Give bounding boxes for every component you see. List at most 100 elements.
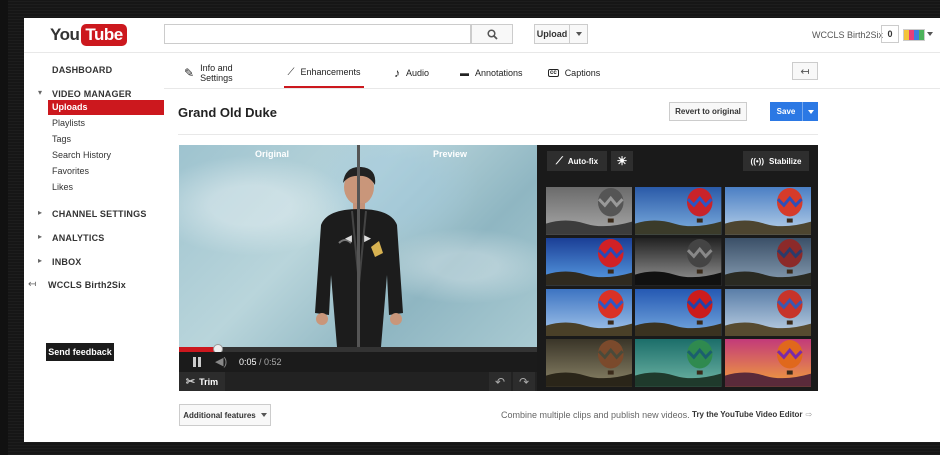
- filter-thumbnail[interactable]: [546, 237, 633, 286]
- expand-arrow-icon[interactable]: ▸: [38, 208, 42, 217]
- tab-audio[interactable]: ♪ Audio: [394, 58, 454, 88]
- save-button[interactable]: Save: [770, 102, 818, 121]
- auto-fix-label: Auto-fix: [567, 156, 599, 166]
- divider: [178, 134, 818, 135]
- save-dropdown[interactable]: [803, 109, 818, 114]
- tab-label: Info and Settings: [200, 63, 233, 83]
- top-bar: You Tube Upload WCCLS Birth2Six 0: [24, 18, 940, 53]
- search-button[interactable]: [471, 24, 513, 44]
- chevron-down-icon: [575, 32, 582, 36]
- tab-enhancements[interactable]: ⟋ Enhancements: [284, 58, 364, 88]
- upload-button[interactable]: Upload: [534, 24, 570, 44]
- balloon-image: [635, 187, 722, 235]
- sidebar-item-search-history[interactable]: Search History: [48, 148, 164, 163]
- divider-handle[interactable]: ◀ ▶: [345, 233, 371, 247]
- sidebar-item-video-manager[interactable]: VIDEO MANAGER: [52, 89, 132, 99]
- tab-info-and-settings[interactable]: ✎ Info and Settings: [184, 58, 266, 88]
- filter-thumbnail[interactable]: [724, 288, 811, 337]
- filter-thumbnail[interactable]: [546, 288, 633, 337]
- chevron-down-icon: [807, 109, 814, 114]
- video-player: ◀ ▶ Original Preview ◀) 0:05 / 0:52 ✂ Tri…: [179, 145, 537, 391]
- avatar[interactable]: [903, 29, 925, 41]
- upload-dropdown[interactable]: [570, 24, 588, 44]
- trim-label: Trim: [199, 376, 219, 387]
- tab-label: Audio: [406, 68, 430, 78]
- filter-thumbnail[interactable]: [724, 339, 811, 387]
- balloon-image: [635, 288, 722, 337]
- sidebar: DASHBOARD ▾ VIDEO MANAGER Uploads Playli…: [24, 53, 164, 442]
- sidebar-item-dashboard[interactable]: DASHBOARD: [52, 65, 112, 75]
- balloon-image: [546, 288, 633, 337]
- logo-tube-text: Tube: [81, 24, 127, 46]
- undo-icon[interactable]: ↶: [489, 372, 511, 391]
- arrow-left-icon: ◀: [345, 233, 352, 243]
- revert-to-original-button[interactable]: Revert to original: [669, 102, 747, 121]
- current-time: 0:05: [239, 357, 257, 367]
- pause-icon[interactable]: [193, 357, 201, 367]
- redo-icon[interactable]: ↷: [513, 372, 535, 391]
- tab-label: Enhancements: [300, 67, 361, 77]
- filter-thumbnail[interactable]: [635, 339, 722, 387]
- music-note-icon: ♪: [394, 66, 400, 80]
- sidebar-item-channel-settings[interactable]: CHANNEL SETTINGS: [52, 209, 147, 219]
- scissors-icon: ✂: [185, 376, 196, 388]
- logo-you-text: You: [50, 25, 80, 44]
- account-name[interactable]: WCCLS Birth2Six: [812, 30, 883, 40]
- filter-grid: [546, 187, 811, 387]
- tab-captions[interactable]: cc Captions: [548, 58, 618, 88]
- chevron-down-icon[interactable]: [927, 32, 933, 36]
- additional-features-button[interactable]: Additional features: [179, 404, 271, 426]
- balloon-image: [724, 237, 811, 286]
- trim-bar: ✂ Trim ↶ ↷: [179, 372, 537, 391]
- notification-count[interactable]: 0: [881, 25, 899, 43]
- back-button[interactable]: ↤: [792, 62, 818, 80]
- filter-thumbnail[interactable]: [635, 288, 722, 337]
- filter-thumbnail[interactable]: [546, 339, 633, 387]
- send-feedback-button[interactable]: Send feedback: [46, 343, 114, 361]
- sidebar-item-tags[interactable]: Tags: [48, 132, 164, 147]
- trim-button[interactable]: ✂ Trim: [179, 372, 225, 391]
- tab-label: Captions: [564, 68, 601, 78]
- video-editor-link[interactable]: Try the YouTube Video Editor ⇨: [692, 410, 812, 419]
- sidebar-item-analytics[interactable]: ANALYTICS: [52, 233, 104, 243]
- sidebar-item-uploads[interactable]: Uploads: [48, 100, 164, 115]
- balloon-image: [635, 237, 722, 286]
- filter-thumbnail[interactable]: [724, 237, 811, 286]
- magic-wand-icon: ⟋: [555, 155, 563, 167]
- filter-thumbnail[interactable]: [635, 187, 722, 235]
- youtube-logo[interactable]: You Tube: [50, 24, 127, 46]
- balloon-image: [546, 237, 633, 286]
- back-arrow-icon[interactable]: ↤: [28, 279, 36, 290]
- brightness-icon[interactable]: ☀: [611, 151, 633, 171]
- save-label: Save: [776, 107, 796, 116]
- sidebar-item-inbox[interactable]: INBOX: [52, 257, 82, 267]
- expand-arrow-icon[interactable]: ▸: [38, 256, 42, 265]
- expand-arrow-icon[interactable]: ▸: [38, 232, 42, 241]
- auto-fix-button[interactable]: ⟋ Auto-fix: [547, 151, 607, 171]
- pencil-icon: ✎: [184, 66, 195, 80]
- sidebar-item-playlists[interactable]: Playlists: [48, 116, 164, 131]
- sidebar-item-favorites[interactable]: Favorites: [48, 164, 164, 179]
- filter-thumbnail[interactable]: [546, 187, 633, 235]
- filter-thumbnail[interactable]: [724, 187, 811, 235]
- search-input[interactable]: [164, 24, 471, 44]
- sidebar-item-likes[interactable]: Likes: [48, 180, 164, 195]
- stabilize-button[interactable]: ((•)) Stabilize: [743, 151, 809, 171]
- back-arrow-icon: ↤: [800, 65, 810, 78]
- balloon-image: [635, 339, 722, 387]
- sidebar-item-channel[interactable]: WCCLS Birth2Six: [48, 280, 126, 290]
- divider: [164, 88, 940, 89]
- time-display: 0:05 / 0:52: [239, 357, 282, 367]
- magic-wand-icon: ⟋: [287, 66, 295, 78]
- volume-icon[interactable]: ◀): [215, 355, 227, 368]
- captions-icon: cc: [548, 69, 559, 77]
- stabilize-label: Stabilize: [769, 156, 802, 166]
- duration: / 0:52: [259, 357, 282, 367]
- tab-annotations[interactable]: ▬ Annotations: [460, 58, 540, 88]
- youtube-page: You Tube Upload WCCLS Birth2Six 0 DASHBO…: [24, 18, 940, 442]
- filter-thumbnail[interactable]: [635, 237, 722, 286]
- stabilize-icon: ((•)): [750, 156, 764, 166]
- player-controls: ◀) 0:05 / 0:52: [179, 352, 537, 372]
- expand-arrow-icon[interactable]: ▾: [38, 88, 42, 97]
- filters-panel: ⟋ Auto-fix ☀ ((•)) Stabilize: [537, 145, 818, 391]
